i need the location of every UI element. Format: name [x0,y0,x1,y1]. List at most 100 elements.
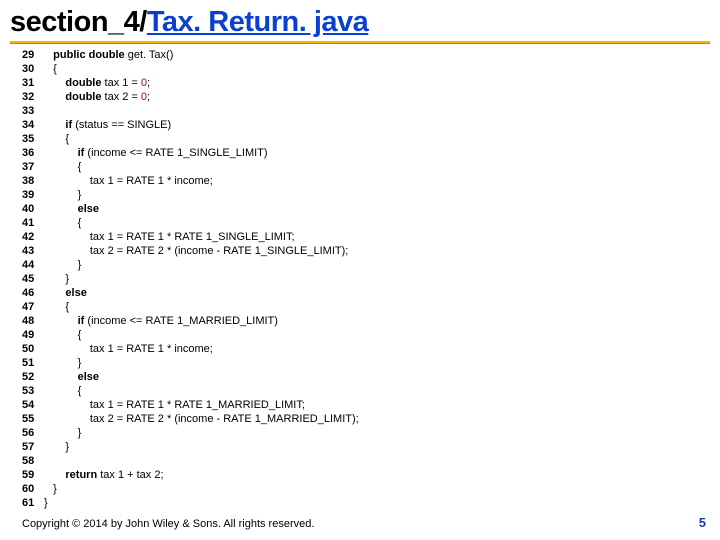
code-line: 41 { [22,216,710,230]
line-number: 30 [22,62,44,76]
title-link: Tax. Return. java [147,6,368,38]
code-text: public double get. Tax() [44,48,173,62]
code-text: tax 1 = RATE 1 * RATE 1_SINGLE_LIMIT; [44,230,295,244]
line-number: 36 [22,146,44,160]
code-text: } [44,272,69,286]
code-text: tax 1 = RATE 1 * income; [44,174,213,188]
code-text: else [44,286,87,300]
code-line: 52 else [22,370,710,384]
code-line: 46 else [22,286,710,300]
line-number: 31 [22,76,44,90]
line-number: 55 [22,412,44,426]
code-line: 55 tax 2 = RATE 2 * (income - RATE 1_MAR… [22,412,710,426]
code-line: 56 } [22,426,710,440]
code-text: } [44,440,69,454]
code-text: { [44,328,81,342]
line-number: 29 [22,48,44,62]
code-text: { [44,300,69,314]
line-number: 53 [22,384,44,398]
code-text [44,454,53,468]
code-text: else [44,370,99,384]
code-text: tax 2 = RATE 2 * (income - RATE 1_MARRIE… [44,412,359,426]
code-line: 36 if (income <= RATE 1_SINGLE_LIMIT) [22,146,710,160]
code-text: } [44,188,81,202]
line-number: 61 [22,496,44,510]
copyright-text: Copyright © 2014 by John Wiley & Sons. A… [22,518,314,530]
code-line: 29 public double get. Tax() [22,48,710,62]
code-text: tax 1 = RATE 1 * income; [44,342,213,356]
code-line: 49 { [22,328,710,342]
code-line: 59 return tax 1 + tax 2; [22,468,710,482]
line-number: 42 [22,230,44,244]
code-text: else [44,202,99,216]
line-number: 49 [22,328,44,342]
line-number: 45 [22,272,44,286]
line-number: 40 [22,202,44,216]
code-line: 47 { [22,300,710,314]
slide-title: section_4/Tax. Return. java [0,0,720,39]
code-line: 31 double tax 1 = 0; [22,76,710,90]
line-number: 32 [22,90,44,104]
code-text: } [44,482,57,496]
code-line: 45 } [22,272,710,286]
code-line: 60 } [22,482,710,496]
line-number: 43 [22,244,44,258]
code-text: } [44,258,81,272]
code-line: 30 { [22,62,710,76]
code-text [44,104,53,118]
line-number: 58 [22,454,44,468]
line-number: 51 [22,356,44,370]
line-number: 57 [22,440,44,454]
code-text: double tax 2 = 0; [44,90,150,104]
code-text: double tax 1 = 0; [44,76,150,90]
code-line: 58 [22,454,710,468]
line-number: 37 [22,160,44,174]
code-line: 43 tax 2 = RATE 2 * (income - RATE 1_SIN… [22,244,710,258]
code-line: 33 [22,104,710,118]
code-line: 53 { [22,384,710,398]
line-number: 39 [22,188,44,202]
line-number: 38 [22,174,44,188]
code-text: } [44,426,81,440]
code-text: if (income <= RATE 1_MARRIED_LIMIT) [44,314,278,328]
code-line: 39 } [22,188,710,202]
code-line: 38 tax 1 = RATE 1 * income; [22,174,710,188]
code-line: 61} [22,496,710,510]
title-prefix: section_4/ [10,6,147,38]
line-number: 41 [22,216,44,230]
line-number: 47 [22,300,44,314]
code-line: 40 else [22,202,710,216]
code-line: 42 tax 1 = RATE 1 * RATE 1_SINGLE_LIMIT; [22,230,710,244]
code-text: tax 2 = RATE 2 * (income - RATE 1_SINGLE… [44,244,348,258]
code-line: 48 if (income <= RATE 1_MARRIED_LIMIT) [22,314,710,328]
line-number: 50 [22,342,44,356]
code-line: 35 { [22,132,710,146]
code-line: 34 if (status == SINGLE) [22,118,710,132]
code-text: { [44,384,81,398]
line-number: 46 [22,286,44,300]
code-line: 51 } [22,356,710,370]
line-number: 59 [22,468,44,482]
line-number: 33 [22,104,44,118]
code-line: 44 } [22,258,710,272]
page-number: 5 [699,515,706,530]
code-line: 37 { [22,160,710,174]
line-number: 56 [22,426,44,440]
line-number: 52 [22,370,44,384]
code-text: { [44,62,57,76]
line-number: 34 [22,118,44,132]
code-line: 57 } [22,440,710,454]
line-number: 44 [22,258,44,272]
code-text: { [44,132,69,146]
code-line: 50 tax 1 = RATE 1 * income; [22,342,710,356]
code-text: } [44,356,81,370]
line-number: 48 [22,314,44,328]
code-line: 32 double tax 2 = 0; [22,90,710,104]
line-number: 60 [22,482,44,496]
code-block: 29 public double get. Tax()30 {31 double… [0,48,720,510]
code-text: } [44,496,48,510]
code-text: { [44,160,81,174]
code-text: if (income <= RATE 1_SINGLE_LIMIT) [44,146,268,160]
code-text: if (status == SINGLE) [44,118,171,132]
code-text: tax 1 = RATE 1 * RATE 1_MARRIED_LIMIT; [44,398,305,412]
